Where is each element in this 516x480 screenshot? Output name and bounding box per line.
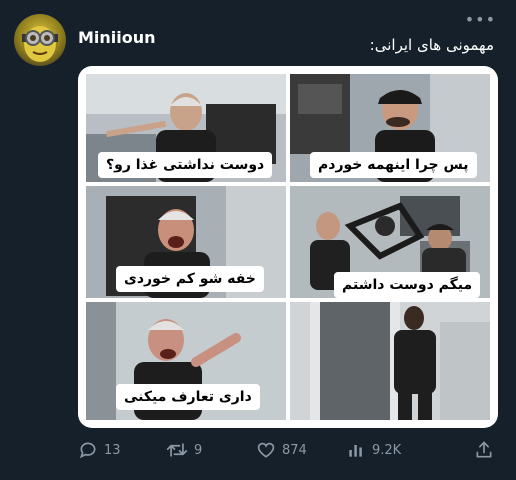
like-count: 874 — [282, 442, 307, 458]
views-button[interactable]: 9.2K — [346, 440, 401, 460]
meme-image[interactable]: دوست نداشتی غذا رو؟ پس چرا اینهمه خوردم … — [78, 66, 498, 428]
reply-count: 13 — [104, 442, 121, 458]
avatar[interactable] — [14, 14, 66, 66]
meme-caption-3: خفه شو کم خوردی — [116, 266, 264, 292]
meme-caption-4: میگم دوست داشتم — [334, 272, 481, 298]
meme-caption-2: پس چرا اینهمه خوردم — [310, 152, 477, 178]
retweet-count: 9 — [194, 442, 203, 458]
share-icon — [474, 440, 494, 460]
meme-caption-5: داری تعارف میکنی — [116, 384, 260, 410]
author-name[interactable]: Miniioun — [78, 28, 156, 47]
reply-button[interactable]: 13 — [78, 440, 121, 460]
share-button[interactable] — [474, 440, 494, 460]
retweet-button[interactable]: 9 — [166, 440, 202, 460]
reply-icon — [78, 440, 98, 460]
views-count: 9.2K — [372, 442, 402, 458]
tweet-text: مهمونی های ایرانی: — [369, 36, 494, 54]
meme-panel-6 — [290, 302, 490, 420]
views-icon — [346, 440, 366, 460]
retweet-icon — [166, 440, 188, 460]
more-options-icon[interactable]: ••• — [465, 10, 496, 29]
meme-caption-1: دوست نداشتی غذا رو؟ — [98, 152, 273, 178]
like-button[interactable]: 874 — [256, 440, 307, 460]
heart-icon — [256, 440, 276, 460]
tweet-actions: 13 9 874 9.2K — [76, 440, 500, 464]
